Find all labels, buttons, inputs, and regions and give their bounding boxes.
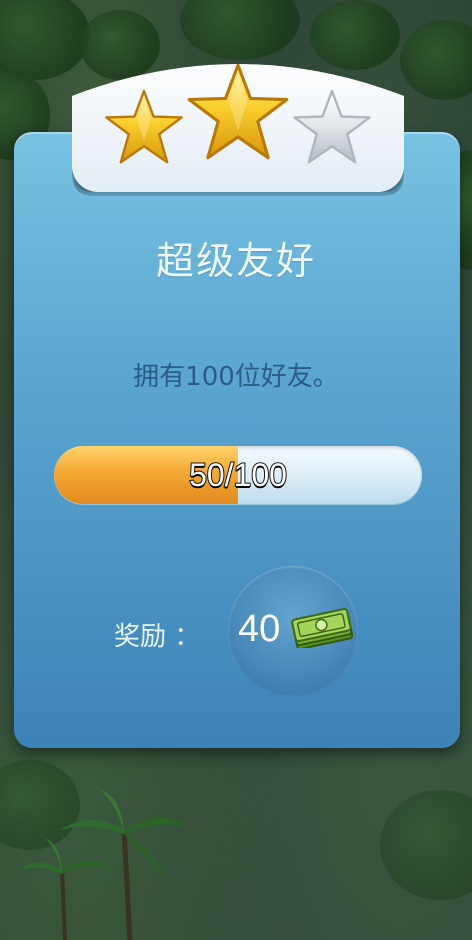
achievement-title: 超级友好 bbox=[155, 239, 316, 283]
cash-icon bbox=[291, 608, 354, 648]
gold-star-icon bbox=[187, 63, 289, 160]
progress-label: 50/100 bbox=[188, 456, 288, 494]
reward-amount: 40 bbox=[238, 608, 281, 650]
achievement-description: 拥有100位好友。 bbox=[133, 362, 339, 392]
silver-star-icon bbox=[293, 89, 371, 164]
progress-bar: 50/100 bbox=[54, 446, 422, 504]
reward-label: 奖励 ： bbox=[114, 622, 201, 652]
gold-star-icon bbox=[105, 89, 183, 164]
